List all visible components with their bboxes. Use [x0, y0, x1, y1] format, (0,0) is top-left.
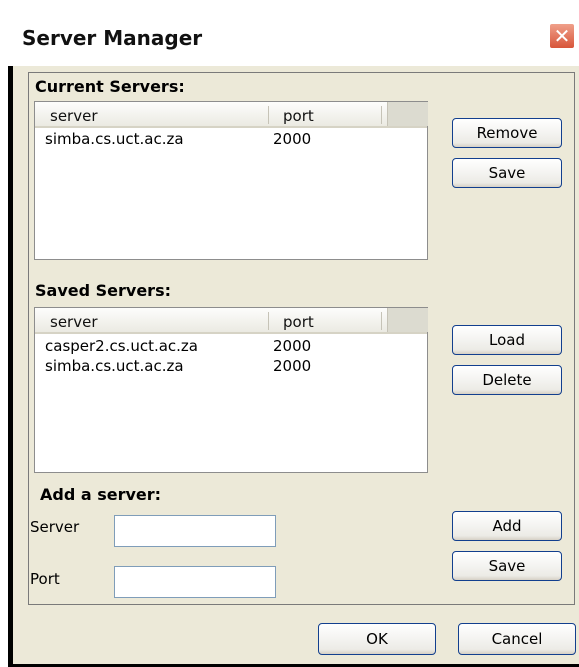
save-current-button[interactable]: Save	[452, 158, 562, 188]
column-separator[interactable]	[381, 312, 382, 330]
saved-servers-header: server port	[35, 308, 428, 334]
ok-button[interactable]: OK	[318, 623, 436, 655]
title-bar: Server Manager ✕	[8, 12, 579, 66]
server-port: 2000	[273, 357, 312, 375]
column-header-empty	[387, 102, 428, 126]
add-server-title: Add a server:	[40, 485, 162, 504]
server-name: casper2.cs.uct.ac.za	[45, 337, 198, 355]
column-header-empty	[387, 308, 428, 332]
port-field-label: Port	[30, 570, 60, 588]
server-port: 2000	[273, 130, 312, 148]
server-name: simba.cs.uct.ac.za	[45, 357, 184, 375]
dialog-client-area: Current Servers: server port simba.cs.uc…	[13, 66, 579, 664]
save-new-server-button[interactable]: Save	[452, 551, 562, 581]
column-header-port[interactable]: port	[283, 107, 314, 125]
server-port: 2000	[273, 337, 312, 355]
column-separator[interactable]	[381, 106, 382, 124]
close-icon: ✕	[553, 24, 571, 48]
cancel-button[interactable]: Cancel	[458, 623, 576, 655]
server-group-box: Current Servers: server port simba.cs.uc…	[28, 72, 575, 605]
saved-servers-list[interactable]: server port casper2.cs.uct.ac.za 2000 si…	[34, 307, 428, 473]
delete-button[interactable]: Delete	[452, 365, 562, 395]
server-name: simba.cs.uct.ac.za	[45, 130, 184, 148]
window-title: Server Manager	[22, 26, 203, 50]
remove-button[interactable]: Remove	[452, 118, 562, 148]
add-button[interactable]: Add	[452, 511, 562, 541]
port-input[interactable]	[114, 566, 276, 598]
close-button[interactable]: ✕	[549, 23, 575, 49]
current-servers-list[interactable]: server port simba.cs.uct.ac.za 2000	[34, 101, 428, 260]
column-header-server[interactable]: server	[50, 313, 97, 331]
column-separator[interactable]	[268, 106, 269, 124]
column-separator[interactable]	[268, 312, 269, 330]
load-button[interactable]: Load	[452, 325, 562, 355]
current-servers-title: Current Servers:	[35, 77, 185, 96]
server-input[interactable]	[114, 515, 276, 547]
column-header-server[interactable]: server	[50, 107, 97, 125]
server-manager-window: Server Manager ✕ Current Servers: server…	[8, 12, 579, 667]
saved-servers-title: Saved Servers:	[35, 281, 171, 300]
current-servers-header: server port	[35, 102, 428, 128]
server-field-label: Server	[30, 518, 80, 536]
column-header-port[interactable]: port	[283, 313, 314, 331]
